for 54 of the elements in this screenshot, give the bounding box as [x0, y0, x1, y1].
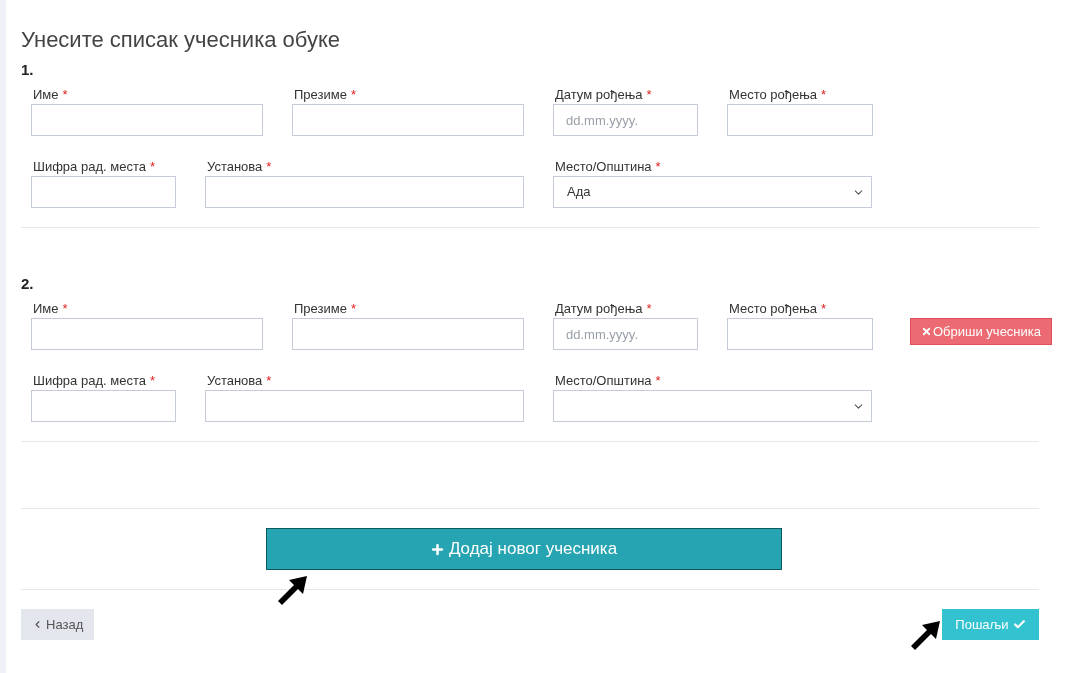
- arrow-icon: [910, 619, 942, 651]
- check-icon: [1012, 618, 1026, 631]
- select-field[interactable]: [553, 390, 872, 422]
- text-field[interactable]: [31, 318, 263, 350]
- required-mark: *: [149, 158, 155, 176]
- required-mark: *: [646, 86, 652, 104]
- required-mark: *: [655, 372, 661, 390]
- field-label: Шифра рад. места: [33, 372, 146, 390]
- required-mark: *: [62, 300, 68, 318]
- text-field[interactable]: [292, 104, 524, 136]
- field-label: Место рођења: [729, 300, 818, 318]
- field-label: Датум рођења: [555, 86, 643, 104]
- required-mark: *: [149, 372, 155, 390]
- text-field[interactable]: [31, 104, 263, 136]
- field-label: Датум рођења: [555, 300, 643, 318]
- required-mark: *: [266, 158, 272, 176]
- add-participant-button[interactable]: Додај новог учесника: [265, 528, 782, 570]
- submit-button[interactable]: Пошаљи: [942, 609, 1039, 640]
- text-field[interactable]: [292, 318, 524, 350]
- participant-number: 1.: [21, 60, 35, 80]
- text-field[interactable]: [31, 176, 176, 208]
- field-label: Презиме: [294, 86, 347, 104]
- select-field[interactable]: Ада: [553, 176, 872, 208]
- text-field[interactable]: [31, 390, 176, 422]
- field-label: Установа: [207, 158, 263, 176]
- field-label: Место рођења: [729, 86, 818, 104]
- field-label: Установа: [207, 372, 263, 390]
- arrow-icon: [277, 574, 309, 606]
- participant-number: 2.: [21, 274, 35, 294]
- required-mark: *: [655, 158, 661, 176]
- date-field[interactable]: dd.mm.yyyy.: [553, 104, 698, 136]
- field-label: Име: [33, 86, 59, 104]
- close-icon: [921, 326, 932, 337]
- date-field[interactable]: dd.mm.yyyy.: [553, 318, 698, 350]
- delete-participant-button[interactable]: Обриши учесника: [910, 318, 1052, 345]
- text-field[interactable]: [727, 318, 873, 350]
- required-mark: *: [266, 372, 272, 390]
- required-mark: *: [350, 300, 356, 318]
- field-label: Име: [33, 300, 59, 318]
- required-mark: *: [821, 86, 827, 104]
- field-label: Шифра рад. места: [33, 158, 146, 176]
- field-label: Место/Општина: [555, 158, 652, 176]
- plus-icon: [429, 541, 445, 557]
- field-label: Место/Општина: [555, 372, 652, 390]
- required-mark: *: [350, 86, 356, 104]
- text-field[interactable]: [727, 104, 873, 136]
- required-mark: *: [821, 300, 827, 318]
- required-mark: *: [62, 86, 68, 104]
- back-button[interactable]: Назад: [21, 609, 95, 640]
- text-field[interactable]: [205, 390, 524, 422]
- field-label: Презиме: [294, 300, 347, 318]
- text-field[interactable]: [205, 176, 524, 208]
- required-mark: *: [646, 300, 652, 318]
- page-title: Унесите списак учесника обуке: [21, 26, 342, 54]
